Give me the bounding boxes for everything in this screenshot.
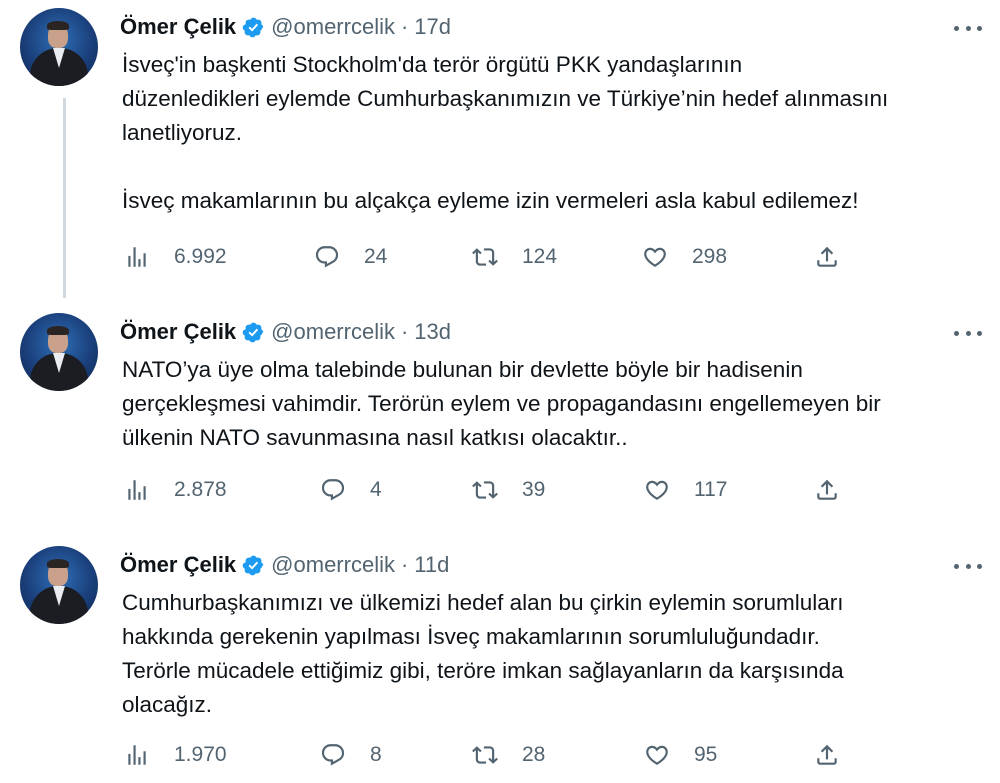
reply-action[interactable]: 24 xyxy=(314,242,387,272)
avatar[interactable] xyxy=(20,313,98,391)
tweet-text-line: Cumhurbaşkanımızı ve ülkemizi hedef alan… xyxy=(122,590,844,615)
reply-icon xyxy=(321,479,345,501)
analytics-icon xyxy=(128,247,146,267)
author-handle[interactable]: @omerrcelik xyxy=(271,14,395,40)
views-count: 6.992 xyxy=(174,245,227,268)
more-options-icon[interactable] xyxy=(954,323,982,343)
retweet-count: 124 xyxy=(522,245,558,268)
share-icon xyxy=(817,479,837,500)
author-name[interactable]: Ömer Çelik xyxy=(120,14,236,40)
tweet-text: İsveç'in başkenti Stockholm'da terör örg… xyxy=(122,48,982,218)
avatar[interactable] xyxy=(20,546,98,624)
tweet-header: Ömer Çelik @omerrcelik · 13d xyxy=(120,317,451,347)
share-icon xyxy=(817,744,837,765)
tweet-actions: 2.878 4 39 117 xyxy=(124,475,844,505)
retweet-action[interactable]: 124 xyxy=(472,242,557,272)
tweet-text-blank-line xyxy=(122,150,982,184)
share-icon xyxy=(817,246,837,267)
tweet-text-line: ülkenin NATO savunmasına nasıl katkısı o… xyxy=(122,425,628,450)
tweet-text-line: hakkında gerekenin yapılması İsveç makam… xyxy=(122,624,820,649)
tweet-text: Cumhurbaşkanımızı ve ülkemizi hedef alan… xyxy=(122,586,982,722)
tweet-text-line: Terörle mücadele ettiğimiz gibi, teröre … xyxy=(122,658,844,683)
author-handle[interactable]: @omerrcelik xyxy=(271,319,395,345)
like-action[interactable]: 117 xyxy=(644,475,727,505)
analytics-icon xyxy=(128,480,146,500)
more-options-icon[interactable] xyxy=(954,18,982,38)
views-action[interactable]: 2.878 xyxy=(124,475,227,505)
tweet-actions: 6.992 24 124 298 xyxy=(124,242,844,272)
tweet-text-line: gerçekleşmesi vahimdir. Terörün eylem ve… xyxy=(122,391,881,416)
author-name[interactable]: Ömer Çelik xyxy=(120,319,236,345)
share-action[interactable] xyxy=(814,475,840,505)
avatar[interactable] xyxy=(20,8,98,86)
reply-count: 24 xyxy=(364,245,388,268)
tweet-text: NATO’ya üye olma talebinde bulunan bir d… xyxy=(122,353,982,455)
separator-dot: · xyxy=(400,14,409,39)
heart-icon xyxy=(646,745,668,765)
tweet-text-line: lanetliyoruz. xyxy=(122,120,243,145)
share-action[interactable] xyxy=(814,242,840,272)
tweet-text-line: düzenledikleri eylemde Cumhurbaşkanımızı… xyxy=(122,86,889,111)
author-handle[interactable]: @omerrcelik xyxy=(271,552,395,578)
author-name[interactable]: Ömer Çelik xyxy=(120,552,236,578)
verified-badge-icon xyxy=(242,17,264,37)
verified-badge-icon xyxy=(242,322,264,342)
retweet-icon xyxy=(472,746,498,764)
reply-action[interactable]: 4 xyxy=(320,475,382,505)
reply-icon xyxy=(315,246,339,268)
tweet-text-line: NATO’ya üye olma talebinde bulunan bir d… xyxy=(122,357,803,382)
reply-action[interactable]: 8 xyxy=(320,740,382,770)
views-count: 1.970 xyxy=(174,743,227,766)
like-count: 298 xyxy=(692,245,728,268)
tweet-header: Ömer Çelik @omerrcelik · 11d xyxy=(120,550,449,580)
heart-icon xyxy=(644,247,666,267)
verified-badge-icon xyxy=(242,555,264,575)
thread-connector-line xyxy=(63,98,66,298)
views-count: 2.878 xyxy=(174,478,227,501)
retweet-icon xyxy=(472,248,498,266)
retweet-action[interactable]: 39 xyxy=(472,475,545,505)
timestamp[interactable]: 17d xyxy=(414,14,451,40)
separator-dot: · xyxy=(400,319,409,344)
share-action[interactable] xyxy=(814,740,840,770)
tweet-text-line: İsveç makamlarının bu alçakça eyleme izi… xyxy=(122,188,859,213)
retweet-icon xyxy=(472,481,498,499)
like-count: 95 xyxy=(694,743,718,766)
tweet-header: Ömer Çelik @omerrcelik · 17d xyxy=(120,12,451,42)
more-options-icon[interactable] xyxy=(954,556,982,576)
tweet-text-line: İsveç'in başkenti Stockholm'da terör örg… xyxy=(122,52,743,77)
retweet-count: 28 xyxy=(522,743,546,766)
reply-count: 4 xyxy=(370,478,382,501)
separator-dot: · xyxy=(400,552,409,577)
views-action[interactable]: 6.992 xyxy=(124,242,227,272)
analytics-icon xyxy=(128,745,146,765)
timestamp[interactable]: 11d xyxy=(414,552,449,578)
retweet-action[interactable]: 28 xyxy=(472,740,545,770)
reply-icon xyxy=(321,744,345,766)
tweet-text-line: olacağız. xyxy=(122,692,213,717)
like-action[interactable]: 298 xyxy=(642,242,727,272)
heart-icon xyxy=(646,480,668,500)
like-action[interactable]: 95 xyxy=(644,740,717,770)
like-count: 117 xyxy=(694,478,728,501)
views-action[interactable]: 1.970 xyxy=(124,740,227,770)
reply-count: 8 xyxy=(370,743,382,766)
retweet-count: 39 xyxy=(522,478,546,501)
timestamp[interactable]: 13d xyxy=(414,319,451,345)
tweet-actions: 1.970 8 28 95 xyxy=(124,740,844,770)
